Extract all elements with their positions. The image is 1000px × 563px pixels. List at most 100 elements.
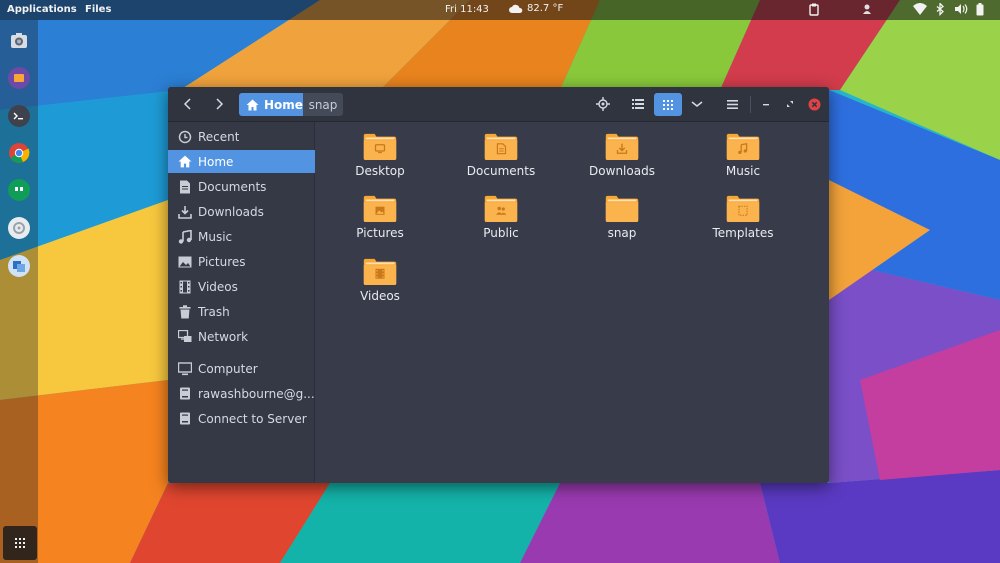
sidebar-item-home[interactable]: Home (168, 150, 315, 173)
file-item-downloads[interactable]: Downloads (577, 122, 667, 178)
list-view-button[interactable] (626, 93, 650, 115)
home-icon (246, 99, 259, 110)
files-app-icon[interactable] (8, 67, 30, 89)
terminal-app-icon[interactable] (8, 105, 30, 127)
computer-icon (177, 361, 193, 377)
file-name: Downloads (589, 164, 655, 178)
sidebar-item-label: Home (198, 154, 234, 169)
clock-icon (177, 129, 193, 145)
file-item-desktop[interactable]: Desktop (335, 122, 425, 178)
file-item-pictures[interactable]: Pictures (335, 184, 425, 240)
grid-view-icon (663, 99, 673, 110)
sidebar-item-label: Recent (198, 129, 240, 144)
weather-cloud-icon (509, 4, 523, 13)
wifi-icon[interactable] (913, 3, 927, 18)
sidebar-item-connect-to-server[interactable]: Connect to Server (168, 407, 315, 430)
apps-grid-icon (15, 538, 25, 548)
applications-menu[interactable]: Applications (7, 4, 77, 15)
account-icon (177, 386, 193, 402)
chrome-app-icon[interactable] (8, 142, 30, 164)
header-separator (750, 96, 751, 113)
desktop-folder-icon (363, 133, 397, 160)
sidebar-item-downloads[interactable]: Downloads (168, 200, 315, 223)
header-bar: Home snap (168, 87, 829, 122)
sidebar-item-account[interactable]: rawashbourne@g... (168, 382, 315, 405)
documents-folder-icon (484, 133, 518, 160)
sort-menu-button[interactable] (685, 93, 709, 115)
maximize-button[interactable] (778, 93, 802, 115)
file-item-public[interactable]: Public (456, 184, 546, 240)
dock (0, 20, 38, 563)
file-name: Documents (466, 164, 536, 178)
document-icon (177, 179, 193, 195)
file-name: Desktop (355, 164, 405, 178)
sidebar-item-label: Videos (198, 279, 238, 294)
sidebar-item-videos[interactable]: Videos (168, 275, 315, 298)
places-sidebar: Recent Home Documents Downloads Music Pi… (168, 122, 315, 483)
grid-view-button[interactable] (654, 93, 682, 116)
sidebar-item-label: Trash (198, 304, 230, 319)
sidebar-item-label: Pictures (198, 254, 246, 269)
templates-folder-icon (726, 195, 760, 222)
sidebar-item-label: Network (198, 329, 249, 344)
sidebar-item-trash[interactable]: Trash (168, 300, 315, 323)
battery-icon[interactable] (976, 3, 984, 19)
sidebar-item-computer[interactable]: Computer (168, 357, 315, 380)
close-button[interactable] (802, 93, 826, 115)
minimize-button[interactable] (754, 93, 778, 115)
files-app-menu[interactable]: Files (85, 4, 111, 15)
download-icon (177, 204, 193, 220)
file-item-templates[interactable]: Templates (698, 184, 788, 240)
music-icon (177, 229, 193, 245)
sidebar-item-pictures[interactable]: Pictures (168, 250, 315, 273)
close-icon (808, 98, 820, 110)
bluetooth-icon[interactable] (936, 1, 944, 19)
trash-icon (177, 304, 193, 320)
hamburger-menu-icon (726, 99, 738, 109)
weather-indicator[interactable]: 82.7 °F (509, 3, 563, 14)
menu-button[interactable] (720, 93, 744, 115)
screenshot-app-icon[interactable] (8, 30, 30, 52)
maximize-icon (787, 101, 793, 107)
pictures-folder-icon (363, 195, 397, 222)
clock[interactable]: Fri 11:43 (445, 4, 489, 15)
back-icon (183, 98, 191, 110)
forward-icon (216, 98, 224, 110)
sidebar-item-network[interactable]: Network (168, 325, 315, 348)
file-name: Pictures (356, 226, 404, 240)
music-folder-icon (726, 133, 760, 160)
sidebar-item-documents[interactable]: Documents (168, 175, 315, 198)
top-panel: Applications Files Fri 11:43 82.7 °F (0, 0, 1000, 20)
clipboard-icon[interactable] (809, 3, 819, 19)
user-icon[interactable] (862, 3, 872, 19)
sidebar-item-label: Computer (198, 361, 258, 376)
volume-icon[interactable] (954, 3, 968, 18)
sidebar-item-recent[interactable]: Recent (168, 125, 315, 148)
list-view-icon (632, 99, 644, 109)
back-button[interactable] (176, 93, 200, 115)
file-item-snap[interactable]: snap (577, 184, 667, 240)
hangouts-app-icon[interactable] (8, 179, 30, 201)
file-item-music[interactable]: Music (698, 122, 788, 178)
show-applications-button[interactable] (3, 526, 37, 560)
virtualbox-app-icon[interactable] (8, 255, 30, 277)
breadcrumb-snap[interactable]: snap (303, 93, 343, 116)
videos-folder-icon (363, 258, 397, 285)
sort-menu-icon (691, 101, 703, 107)
public-folder-icon (484, 195, 518, 222)
file-name: snap (607, 226, 637, 240)
weather-temperature: 82.7 °F (527, 3, 564, 14)
file-name: Public (483, 226, 519, 240)
sidebar-item-label: Documents (198, 179, 267, 194)
settings-app-icon[interactable] (8, 217, 30, 239)
sidebar-item-music[interactable]: Music (168, 225, 315, 248)
locate-icon (596, 97, 610, 111)
file-item-documents[interactable]: Documents (456, 122, 546, 178)
sidebar-item-label: Music (198, 229, 233, 244)
breadcrumb-home[interactable]: Home (239, 93, 303, 116)
folder-icon (605, 195, 639, 222)
forward-button[interactable] (207, 93, 231, 115)
network-icon (177, 329, 193, 345)
locate-button[interactable] (591, 93, 615, 115)
file-item-videos[interactable]: Videos (335, 247, 425, 303)
